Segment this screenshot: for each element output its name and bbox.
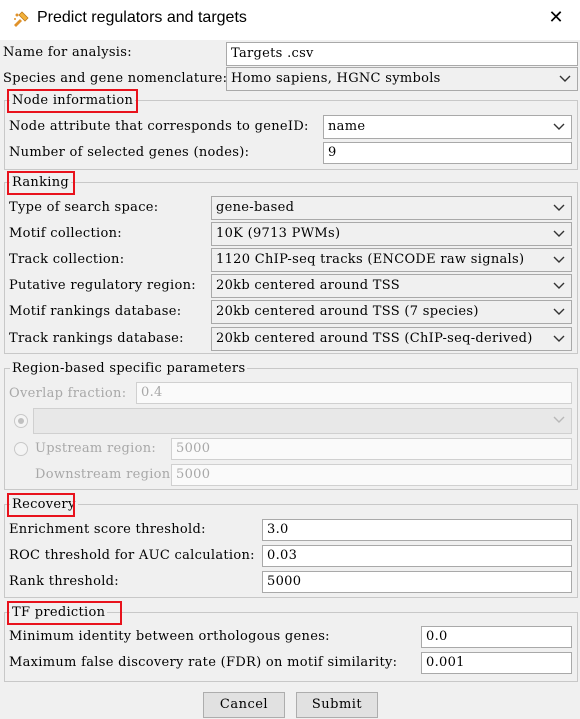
search-space-label: Type of search space:	[9, 200, 159, 215]
chevron-down-icon	[553, 123, 565, 130]
selected-genes-label: Number of selected genes (nodes):	[9, 145, 250, 160]
window-title: Predict regulators and targets	[37, 9, 247, 26]
putative-region-value: 20kb centered around TSS	[216, 278, 400, 293]
node-attribute-value: name	[328, 119, 366, 134]
motif-db-label: Motif rankings database:	[9, 304, 182, 319]
chevron-down-icon	[553, 204, 565, 211]
search-space-select[interactable]: gene-based	[211, 196, 572, 220]
cancel-button[interactable]: Cancel	[203, 692, 285, 718]
chevron-down-icon	[553, 256, 565, 263]
chevron-down-icon	[553, 308, 565, 315]
name-input[interactable]: Targets .csv	[226, 42, 578, 66]
species-label: Species and gene nomenclature:	[3, 71, 228, 86]
radio-button-region-option[interactable]	[14, 414, 28, 428]
orthologous-identity-input[interactable]: 0.0	[421, 626, 572, 648]
roc-threshold-label: ROC threshold for AUC calculation:	[9, 548, 255, 563]
track-collection-value: 1120 ChIP-seq tracks (ENCODE raw signals…	[216, 252, 525, 267]
chevron-down-icon	[559, 75, 571, 82]
enrichment-input[interactable]: 3.0	[262, 519, 572, 541]
motif-collection-value: 10K (9713 PWMs)	[216, 226, 341, 241]
track-db-select[interactable]: 20kb centered around TSS (ChIP-seq-deriv…	[211, 327, 572, 351]
node-attribute-select[interactable]: name	[323, 115, 572, 139]
title-bar: Predict regulators and targets ✕	[0, 0, 580, 40]
overlap-input[interactable]: 0.4	[136, 382, 572, 404]
chevron-down-icon	[553, 230, 565, 237]
putative-region-select[interactable]: 20kb centered around TSS	[211, 274, 572, 298]
downstream-label: Downstream region:	[35, 467, 176, 482]
motif-collection-label: Motif collection:	[9, 226, 122, 241]
putative-region-label: Putative regulatory region:	[9, 278, 196, 293]
region-params-title: Region-based specific parameters	[10, 361, 248, 377]
chevron-down-icon	[553, 416, 565, 423]
name-label: Name for analysis:	[3, 45, 132, 60]
upstream-label: Upstream region:	[35, 441, 157, 456]
roc-threshold-input[interactable]: 0.03	[262, 545, 572, 567]
track-db-value: 20kb centered around TSS (ChIP-seq-deriv…	[216, 331, 533, 346]
close-icon[interactable]: ✕	[546, 8, 566, 28]
species-select[interactable]: Homo sapiens, HGNC symbols	[226, 67, 578, 91]
motif-db-select[interactable]: 20kb centered around TSS (7 species)	[211, 300, 572, 324]
node-attribute-label: Node attribute that corresponds to geneI…	[9, 119, 309, 134]
region-select[interactable]	[33, 408, 572, 434]
radio-button-upstream[interactable]	[14, 442, 28, 456]
rank-threshold-label: Rank threshold:	[9, 574, 119, 589]
overlap-label: Overlap fraction:	[9, 386, 127, 401]
search-space-value: gene-based	[216, 200, 295, 215]
fdr-input[interactable]: 0.001	[421, 652, 572, 674]
chevron-down-icon	[553, 335, 565, 342]
orthologous-identity-label: Minimum identity between orthologous gen…	[9, 629, 330, 644]
highlight-box-tf-prediction	[7, 601, 122, 625]
motif-db-value: 20kb centered around TSS (7 species)	[216, 304, 479, 319]
enrichment-label: Enrichment score threshold:	[9, 522, 206, 537]
track-collection-select[interactable]: 1120 ChIP-seq tracks (ENCODE raw signals…	[211, 248, 572, 272]
track-collection-label: Track collection:	[9, 252, 125, 267]
chevron-down-icon	[553, 282, 565, 289]
motif-collection-select[interactable]: 10K (9713 PWMs)	[211, 222, 572, 246]
downstream-input[interactable]: 5000	[171, 464, 572, 486]
highlight-box-node-information	[7, 89, 138, 113]
app-icon	[14, 11, 29, 27]
submit-button[interactable]: Submit	[296, 692, 378, 718]
selected-genes-input[interactable]: 9	[323, 142, 572, 164]
highlight-box-recovery	[7, 493, 75, 517]
highlight-box-ranking	[7, 171, 75, 195]
fdr-label: Maximum false discovery rate (FDR) on mo…	[9, 655, 398, 670]
track-db-label: Track rankings database:	[9, 331, 184, 346]
species-value: Homo sapiens, HGNC symbols	[231, 71, 441, 86]
rank-threshold-input[interactable]: 5000	[262, 571, 572, 593]
upstream-input[interactable]: 5000	[171, 438, 572, 460]
